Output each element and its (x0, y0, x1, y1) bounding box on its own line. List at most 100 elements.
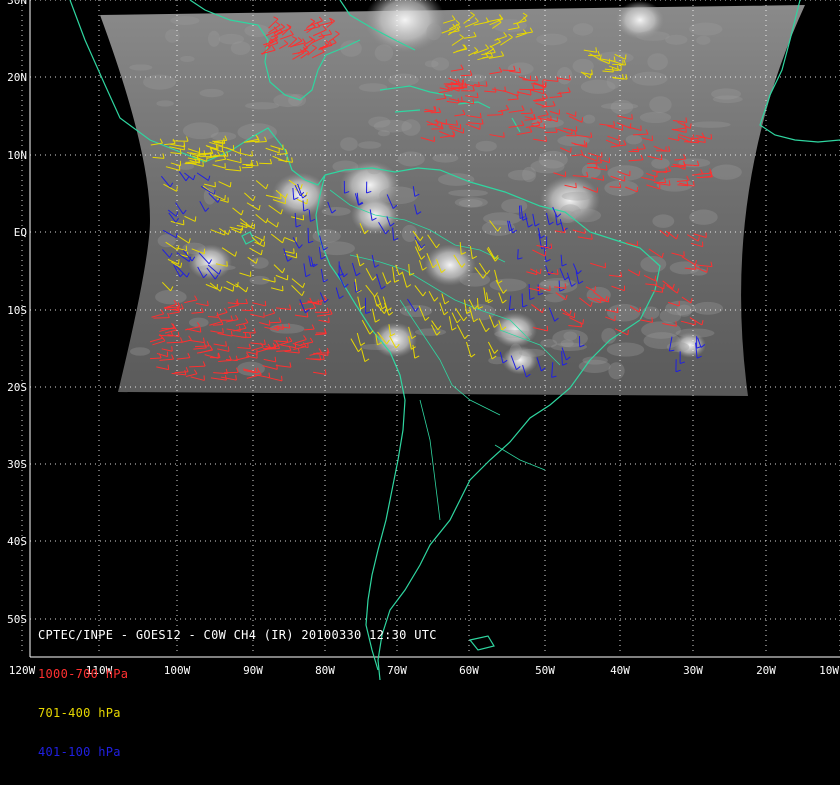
cloud-patch (183, 122, 219, 139)
latitude-label: 30N (7, 0, 27, 7)
cloud-patch (244, 24, 269, 37)
cloud-patch (359, 83, 387, 92)
cloud-patch (199, 264, 236, 270)
cloud-patch (170, 16, 199, 25)
cloud-patch (313, 229, 341, 243)
cloud-patch (466, 304, 496, 320)
cloud-patch (219, 34, 244, 45)
longitude-label: 60W (459, 664, 479, 677)
cloud-patch (551, 343, 587, 351)
cloud-patch (573, 59, 594, 74)
cloud-patch (245, 102, 279, 109)
cloud-patch (636, 31, 670, 41)
cloud-patch (641, 321, 681, 338)
cloud-patch (562, 192, 593, 201)
cloud-patch (143, 75, 176, 90)
cloud-patch (640, 112, 671, 123)
cloud-patch (455, 197, 488, 207)
longitude-label: 20W (756, 664, 776, 677)
cloud-patch (501, 199, 527, 213)
latitude-label: 40S (7, 535, 27, 548)
cloud-patch (711, 88, 741, 99)
cloud-patch (379, 186, 418, 204)
cloud-patch (539, 151, 568, 169)
latitude-label: 50S (7, 613, 27, 626)
cloud-patch (626, 135, 642, 145)
longitude-label: 40W (610, 664, 630, 677)
cloud-patch (375, 44, 394, 61)
cloud-patch (332, 161, 358, 173)
legend-low-level: 1000-700 hPa (38, 668, 437, 681)
longitude-label: 10W (819, 664, 839, 677)
longitude-label: 30W (683, 664, 703, 677)
cloud-patch (579, 360, 611, 373)
cloud-patch (652, 214, 674, 227)
latitude-label: 20N (7, 71, 27, 84)
cloud-patch (581, 80, 616, 94)
latitude-label: 20S (7, 381, 27, 394)
cloud-patch (601, 103, 638, 110)
cloud-patch (398, 151, 425, 166)
latitude-label: 10N (7, 149, 27, 162)
cloud-patch (691, 121, 731, 127)
cloud-patch (156, 100, 173, 106)
cloud-patch (647, 53, 668, 70)
cloud-patch (490, 279, 527, 292)
cloud-patch (130, 347, 150, 356)
cloud-patch (425, 60, 439, 67)
cloud-patch (642, 306, 660, 319)
cloud-patch (689, 22, 722, 35)
latitude-labels: 30N20N10NEQ10S20S30S40S50S (7, 0, 27, 626)
cloud-patch (509, 344, 522, 361)
cloud-patch (476, 141, 497, 152)
cloud-patch (340, 137, 358, 151)
cloud-patch (388, 74, 419, 86)
cloud-patch (607, 304, 640, 322)
cloud-patch (129, 64, 152, 70)
cloud-patch (696, 36, 710, 45)
cloud-patch (711, 164, 742, 179)
longitude-label: 120W (9, 664, 36, 677)
cloud-patch (536, 34, 567, 46)
latitude-label: 10S (7, 304, 27, 317)
cloud-patch (676, 328, 715, 337)
cloud-patch (508, 170, 535, 181)
cloud-patch (250, 257, 269, 268)
cloud-patch (573, 23, 593, 36)
map-legend: CPTEC/INPE - GOES12 - C0W CH4 (IR) 20100… (38, 603, 437, 785)
cloud-patch (693, 302, 724, 315)
cloud-patch (604, 180, 638, 196)
longitude-label: 50W (535, 664, 555, 677)
map-canvas: 30N20N10NEQ10S20S30S40S50S 120W110W100W9… (0, 0, 840, 680)
cloud-patch (689, 210, 717, 225)
cloud-patch (319, 241, 355, 255)
cloud-patch (204, 188, 216, 205)
cloud-patch (155, 290, 187, 305)
cloud-patch (448, 190, 488, 197)
cloud-patch (583, 115, 595, 124)
legend-high-level: 401-100 hPa (38, 746, 437, 759)
cloud-patch (270, 324, 305, 334)
cloud-patch (200, 89, 224, 97)
cloud-patch (608, 362, 624, 379)
cloud-patch (426, 23, 441, 40)
cloud-patch (189, 318, 209, 328)
cloud-patch (165, 29, 180, 43)
legend-mid-level: 701-400 hPa (38, 707, 437, 720)
cloud-patch (367, 166, 381, 175)
cloud-patch (378, 130, 390, 136)
cloud-patch (322, 207, 351, 216)
cloud-patch (640, 256, 666, 272)
cloud-patch (508, 62, 534, 75)
cloud-patch (180, 56, 194, 62)
cloud-patch (557, 67, 573, 84)
cloud-patch (607, 165, 643, 180)
cloud-patch (401, 119, 420, 136)
cloud-patch (340, 40, 362, 57)
cloud-patch (519, 349, 545, 357)
cloud-patch (358, 141, 381, 149)
product-title: CPTEC/INPE - GOES12 - C0W CH4 (IR) 20100… (38, 629, 437, 642)
cloud-patch (632, 72, 668, 86)
latitude-label: 30S (7, 458, 27, 471)
cloud-patch (208, 31, 220, 47)
